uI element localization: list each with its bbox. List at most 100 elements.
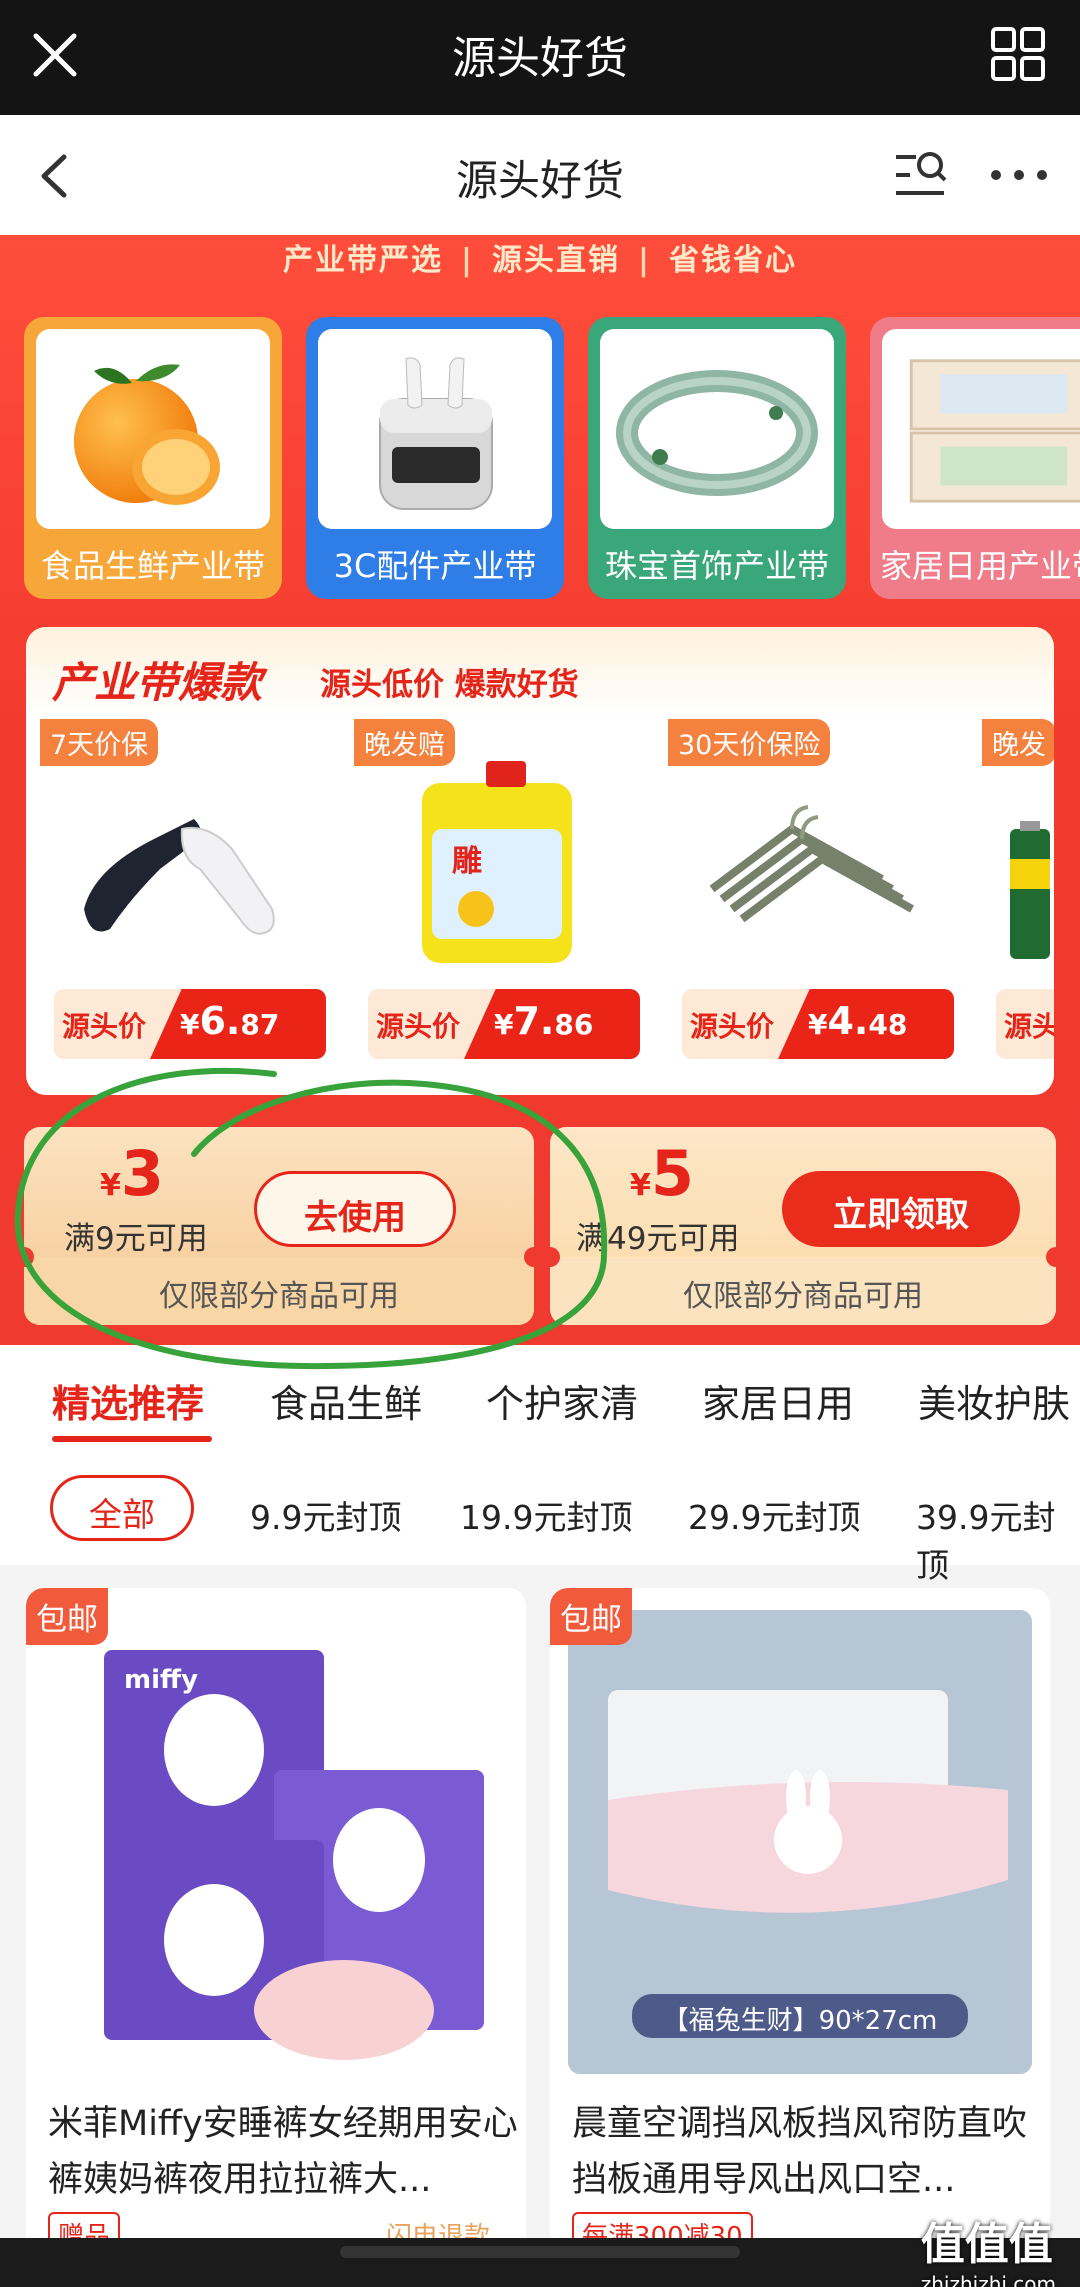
coupon-amount: ¥5 (630, 1137, 694, 1210)
tab-food[interactable]: 食品生鲜 (270, 1373, 422, 1428)
image-caption: 【福兔生财】90*27cm (662, 2006, 938, 2036)
price-currency: ¥ (808, 1008, 828, 1041)
claim-coupon-button[interactable]: 立即领取 (782, 1171, 1020, 1247)
tab-home[interactable]: 家居日用 (702, 1373, 854, 1428)
watermark: 值值值 zhizhizhi.com (921, 2208, 1056, 2287)
price-label: 源头价 (376, 1010, 461, 1043)
hot-item[interactable]: 7天价保 源头价 ¥6.87 (40, 719, 326, 1079)
active-tab-indicator (52, 1436, 212, 1442)
slogan-separator: | (461, 243, 474, 278)
hot-item[interactable]: 晚发 源头 (982, 719, 1054, 1079)
price-box: 源头价 ¥7.86 (368, 989, 640, 1059)
tab-personal-care[interactable]: 个护家清 (486, 1373, 638, 1428)
hot-title: 产业带爆款 (52, 658, 263, 707)
category-jewelry[interactable]: 珠宝首饰产业带 (588, 317, 846, 599)
free-shipping-badge: 包邮 (26, 1588, 108, 1645)
slogan-separator: | (638, 243, 651, 278)
coupon-condition: 满49元可用 (576, 1221, 740, 1257)
clothes-hangers-image (709, 805, 914, 923)
outer-title: 源头好货 (452, 33, 628, 84)
filter-9-9[interactable]: 9.9元封顶 (250, 1477, 401, 1539)
product-image: miffy (44, 1610, 508, 2074)
watermark-main: 值值值 (920, 2219, 1053, 2270)
filter-39-9[interactable]: 39.9元封顶 (916, 1477, 1080, 1587)
category-strip: 食品生鲜产业带 3C配件产业带 珠宝首饰产业带 家居日用产业 (24, 317, 1080, 599)
category-label: 家居日用产业带 (880, 547, 1080, 585)
hot-item[interactable]: 晚发赔 雕 源头价 ¥7.86 (354, 719, 640, 1079)
price-int: 6. (199, 999, 241, 1043)
more-icon[interactable] (986, 155, 1052, 195)
price-value: ¥7.86 (464, 989, 640, 1059)
category-food[interactable]: 食品生鲜产业带 (24, 317, 282, 599)
coupon-top: ¥3 满9元可用 去使用 (24, 1127, 534, 1257)
battery-image (1010, 821, 1050, 959)
price-box: 源头价 ¥6.87 (54, 989, 326, 1059)
slogan-item: 省钱省心 (668, 243, 797, 278)
hot-subtitle: 源头低价 爆款好货 (320, 667, 579, 703)
product-title: 米菲Miffy安睡裤女经期用安心裤姨妈裤夜用拉拉裤大... (48, 2104, 518, 2200)
watermark-sub: zhizhizhi.com (920, 2272, 1056, 2287)
price-filters: 全部 9.9元封顶 19.9元封顶 29.9元封顶 39.9元封顶 (0, 1455, 1080, 1585)
grid-menu-icon[interactable] (990, 26, 1046, 82)
coupon-card: ¥3 满9元可用 去使用 仅限部分商品可用 (24, 1127, 534, 1325)
category-3c[interactable]: 3C配件产业带 (306, 317, 564, 599)
tab-featured[interactable]: 精选推荐 (52, 1373, 204, 1428)
coupon-top: ¥5 满49元可用 立即领取 (550, 1127, 1056, 1257)
hero-section: 产业带严选 | 源头直销 | 省钱省心 食品生鲜产业带 3C配件产业带 珠宝首饰… (0, 235, 1080, 1345)
orange-image (36, 329, 270, 529)
category-label: 食品生鲜产业带 (40, 547, 265, 585)
coupon-amount-value: 3 (120, 1137, 165, 1210)
filter-all[interactable]: 全部 (50, 1475, 194, 1541)
price-box: 源头价 ¥4.48 (682, 989, 954, 1059)
slogan-item: 产业带严选 (283, 243, 444, 278)
coupon-currency: ¥ (630, 1168, 651, 1203)
svg-text:雕: 雕 (452, 844, 482, 879)
coupon-note: 仅限部分商品可用 (24, 1257, 534, 1325)
hot-items-panel: 产业带爆款 源头低价 爆款好货 7天价保 源头价 ¥6.87 晚发赔 雕 源头价… (26, 627, 1054, 1095)
product-card[interactable]: 包邮 miffy 米菲Miffy安睡裤女经期用安心裤姨妈裤夜用拉拉裤大... 赠… (26, 1588, 526, 2287)
coupon-condition: 满9元可用 (64, 1221, 208, 1257)
price-dec: 48 (868, 1008, 908, 1041)
coupon-amount-value: 5 (650, 1137, 695, 1210)
brand-text: miffy (124, 1665, 198, 1695)
price-int: 4. (827, 999, 869, 1043)
hot-item[interactable]: 30天价保险 源头价 ¥4.48 (668, 719, 954, 1079)
product-image: 【福兔生财】90*27cm (568, 1610, 1032, 2074)
price-box: 源头 (996, 989, 1054, 1059)
dish-soap-bottle-image: 雕 (422, 761, 572, 963)
free-shipping-badge: 包邮 (550, 1588, 632, 1645)
slogan-item: 源头直销 (492, 243, 620, 278)
price-label: 源头价 (690, 1010, 775, 1043)
arm-sleeves-image (84, 819, 275, 935)
search-list-icon[interactable] (892, 147, 948, 203)
hot-header: 产业带爆款 源头低价 爆款好货 (26, 627, 1054, 717)
coupon-note: 仅限部分商品可用 (550, 1257, 1056, 1325)
price-value: ¥6.87 (150, 989, 326, 1059)
product-card[interactable]: 包邮 【福兔生财】90*27cm 晨童空调挡风板挡风帘防直吹挡板通用导风出风口空… (550, 1588, 1050, 2287)
coupon-card: ¥5 满49元可用 立即领取 仅限部分商品可用 (550, 1127, 1056, 1325)
price-label: 源头价 (62, 1010, 147, 1043)
filter-29-9[interactable]: 29.9元封顶 (688, 1477, 860, 1539)
price-dec: 86 (554, 1008, 594, 1041)
use-coupon-button[interactable]: 去使用 (254, 1171, 456, 1247)
earbuds-case-image (318, 329, 552, 529)
storage-box-image (882, 329, 1080, 529)
category-home[interactable]: 家居日用产业带 (870, 317, 1080, 599)
price-value: ¥4.48 (778, 989, 954, 1059)
price-label: 源头 (1004, 1010, 1054, 1043)
price-currency: ¥ (180, 1008, 200, 1041)
filter-19-9[interactable]: 19.9元封顶 (460, 1477, 632, 1539)
home-indicator (340, 2246, 740, 2258)
category-label: 珠宝首饰产业带 (604, 547, 829, 585)
price-currency: ¥ (494, 1008, 514, 1041)
price-int: 7. (513, 999, 555, 1043)
product-title: 晨童空调挡风板挡风帘防直吹挡板通用导风出风口空... (572, 2104, 1028, 2200)
coupon-amount: ¥3 (100, 1137, 164, 1210)
coupon-currency: ¥ (100, 1168, 121, 1203)
jade-bangle-image (600, 329, 834, 529)
price-dec: 87 (240, 1008, 280, 1041)
slogan: 产业带严选 | 源头直销 | 省钱省心 (0, 235, 1080, 285)
page-nav-bar: 源头好货 (0, 115, 1080, 235)
category-label: 3C配件产业带 (333, 547, 537, 585)
tab-beauty[interactable]: 美妆护肤 (918, 1373, 1070, 1428)
